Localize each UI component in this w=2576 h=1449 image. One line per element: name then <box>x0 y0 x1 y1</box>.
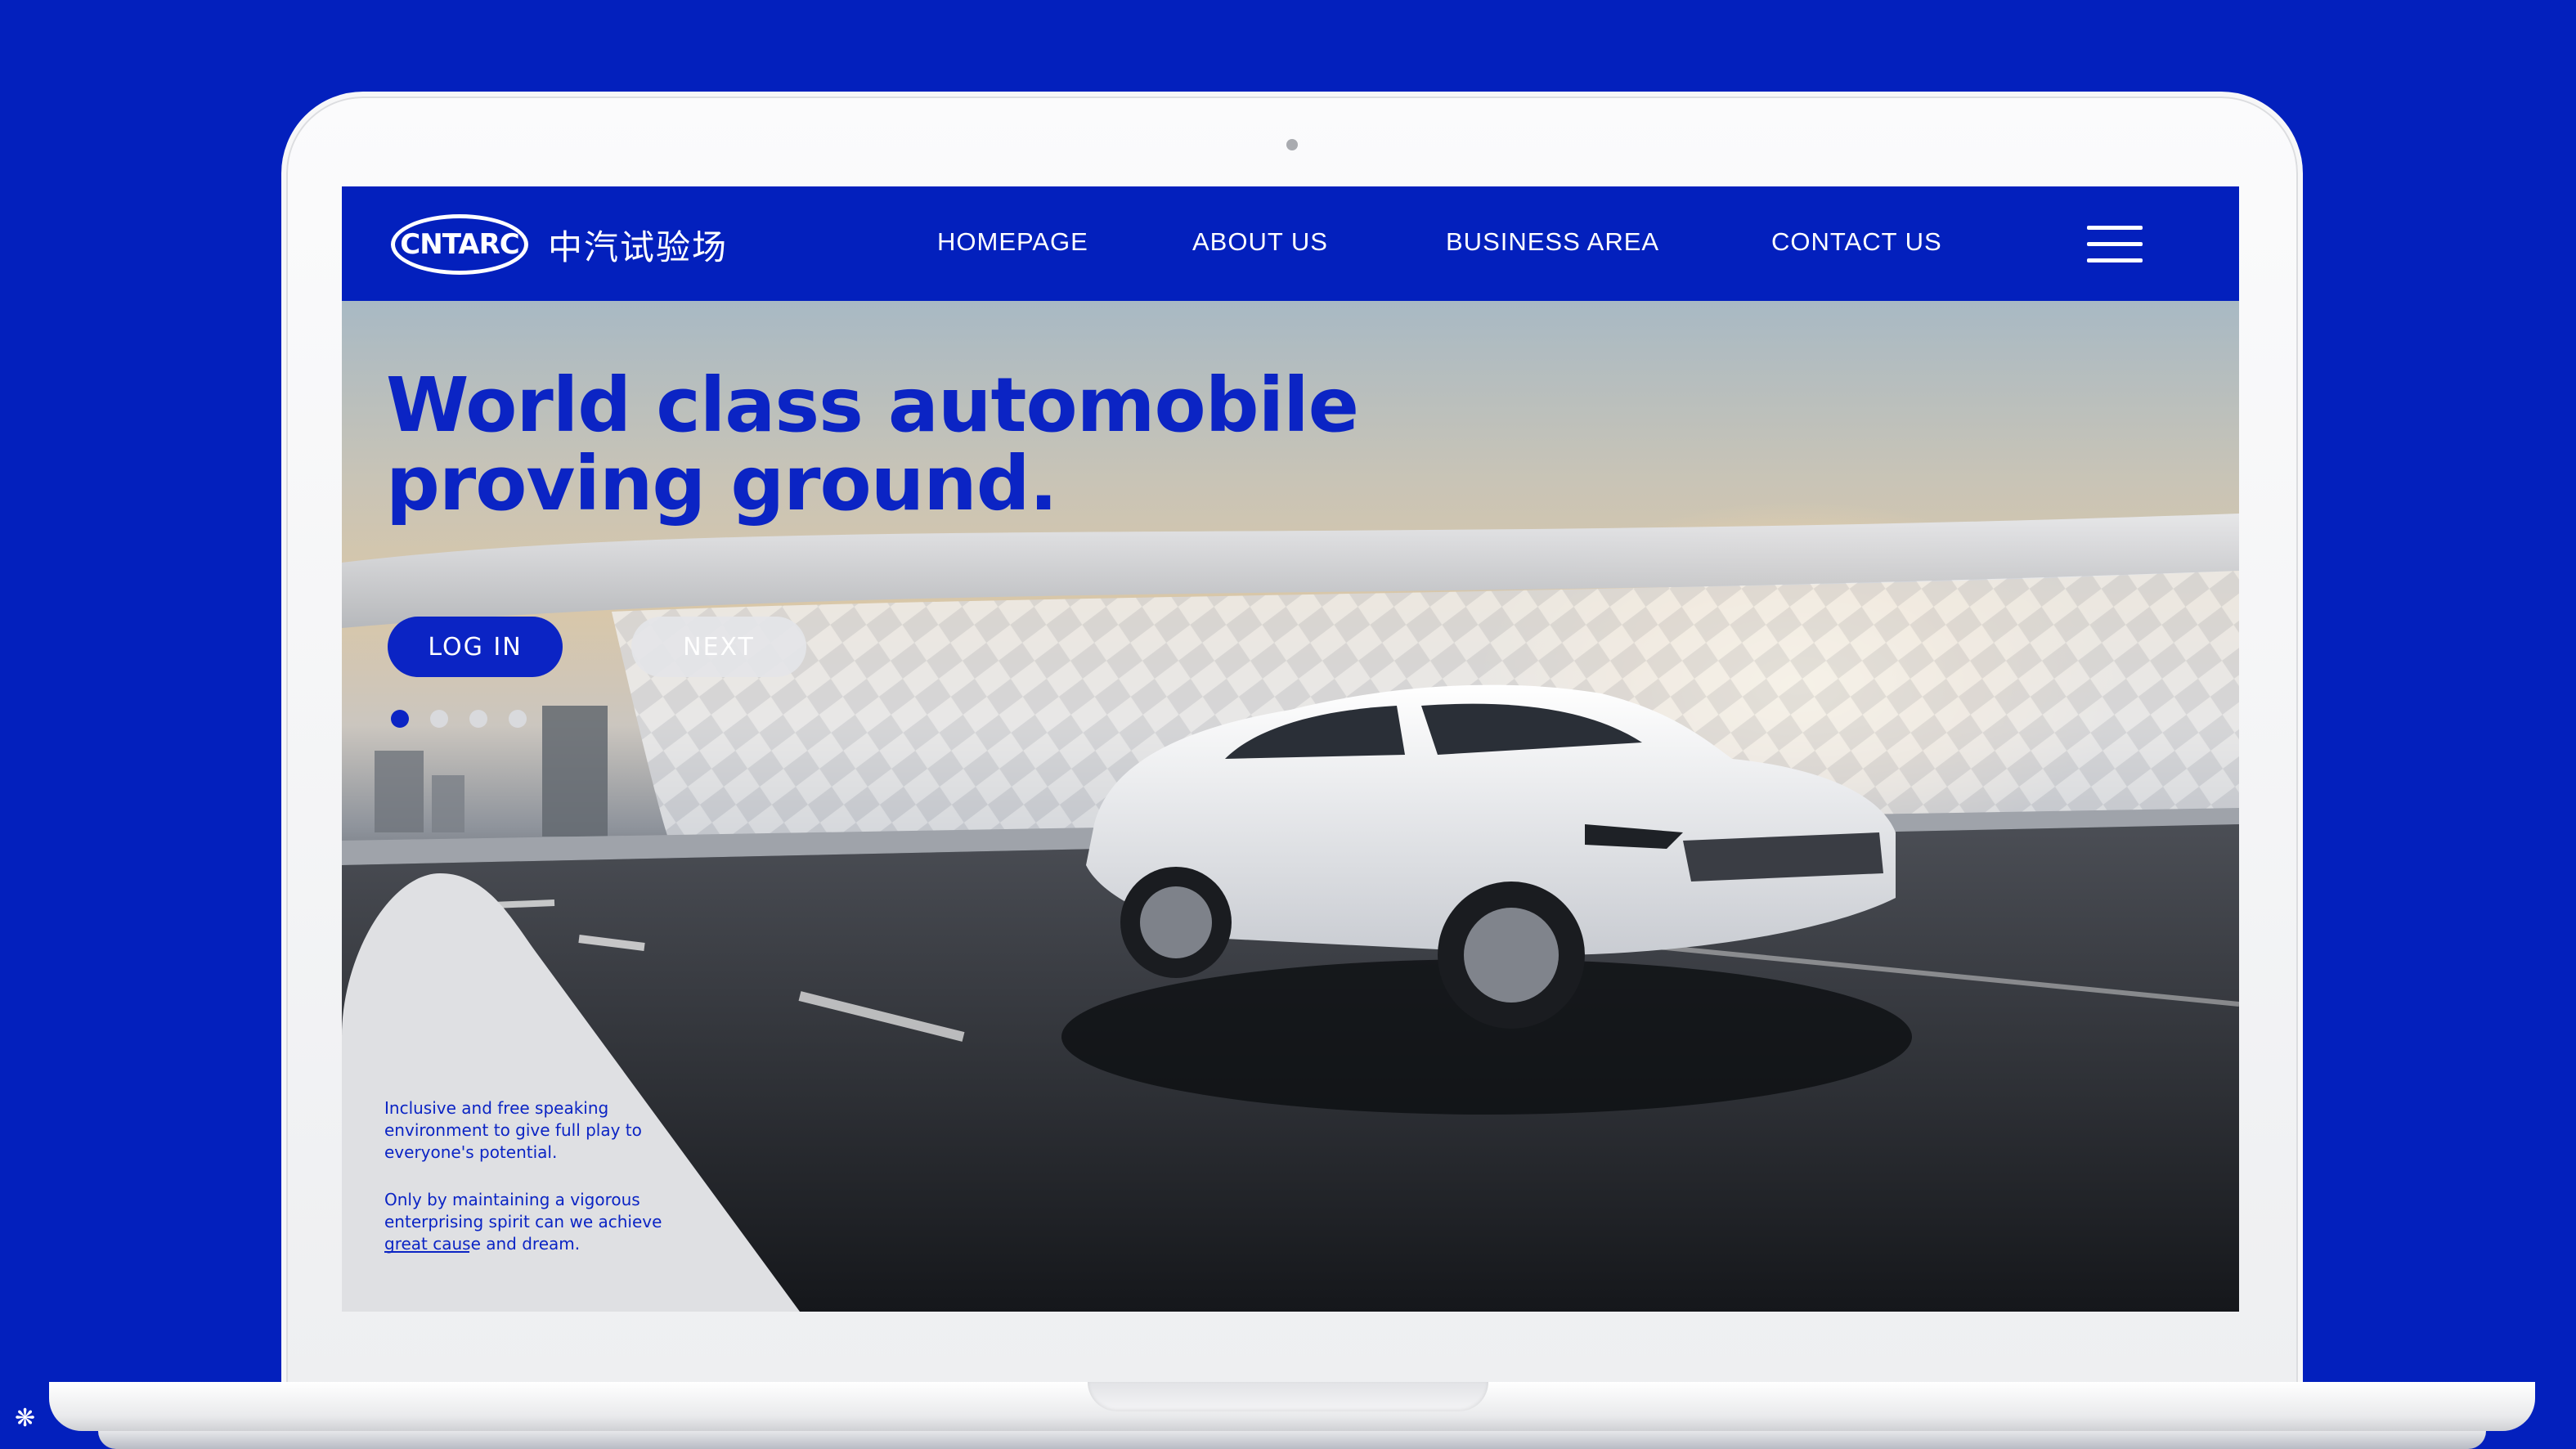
carousel-indicators <box>391 710 527 728</box>
laptop-base-shadow <box>98 1431 2486 1449</box>
hero-headline-line2: proving ground. <box>386 440 1058 527</box>
nav-links: HOMEPAGE ABOUT US BUSINESS AREA CONTACT … <box>342 186 2239 301</box>
top-navigation: CNTARC 中汽试验场 HOMEPAGE ABOUT US BUSINESS … <box>342 186 2239 301</box>
nav-item-homepage[interactable]: HOMEPAGE <box>937 227 1088 257</box>
carousel-dot-3[interactable] <box>469 710 487 728</box>
carousel-dot-2[interactable] <box>430 710 448 728</box>
hamburger-menu-icon[interactable] <box>2087 226 2143 265</box>
nav-item-business-area[interactable]: BUSINESS AREA <box>1446 227 1659 257</box>
corner-watermark: ❋ <box>15 1405 35 1432</box>
laptop-notch <box>1088 1382 1488 1411</box>
info-paragraph-1: Inclusive and free speaking environment … <box>384 1098 642 1162</box>
carousel-dot-4[interactable] <box>509 710 527 728</box>
nav-item-about-us[interactable]: ABOUT US <box>1192 227 1328 257</box>
login-button[interactable]: LOG IN <box>388 617 563 677</box>
carousel-dot-1[interactable] <box>391 710 409 728</box>
hero-headline-line1: World class automobile <box>386 361 1359 449</box>
nav-item-contact-us[interactable]: CONTACT US <box>1771 227 1942 257</box>
snowflake-icon: ❋ <box>15 1405 36 1432</box>
website-screen: CNTARC 中汽试验场 HOMEPAGE ABOUT US BUSINESS … <box>342 186 2239 1312</box>
camera-icon <box>1286 139 1298 150</box>
hero-headline: World class automobile proving ground. <box>386 366 1449 523</box>
next-button[interactable]: NEXT <box>631 617 806 677</box>
info-paragraph-2: Only by maintaining a vigorous enterpris… <box>384 1190 662 1254</box>
